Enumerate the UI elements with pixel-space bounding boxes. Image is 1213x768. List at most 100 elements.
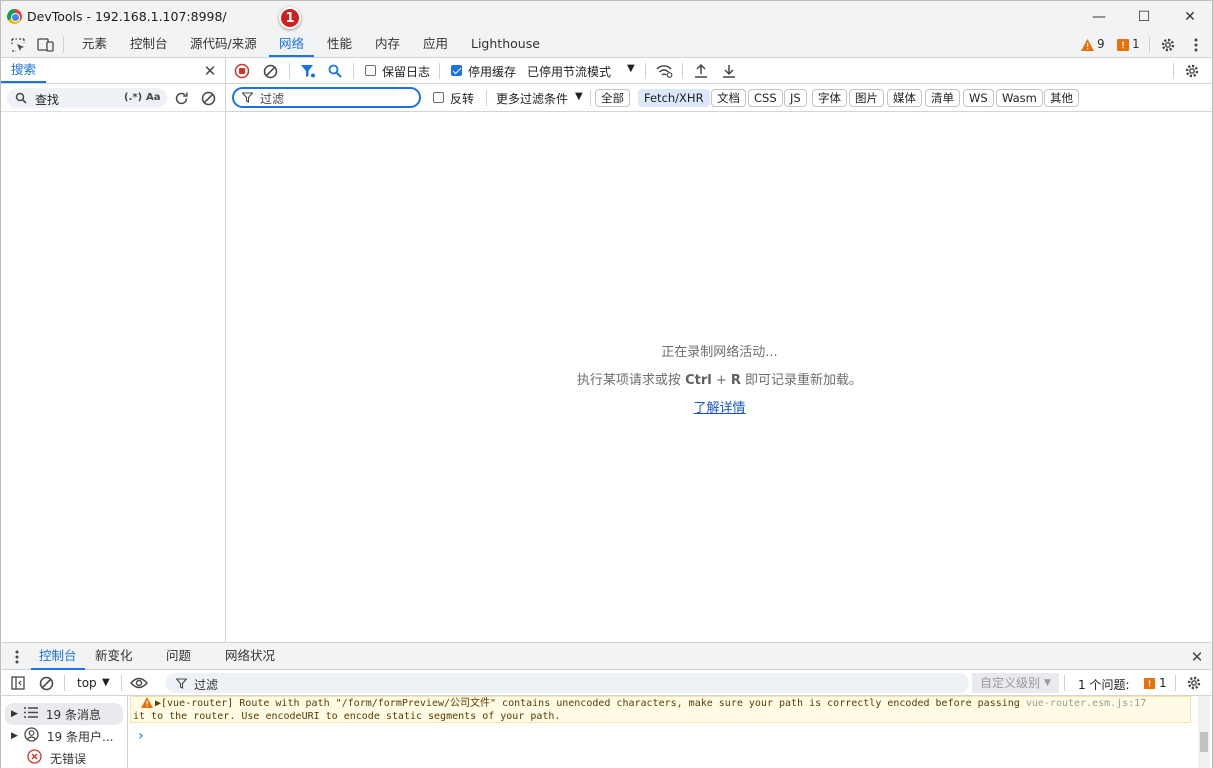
close-sidebar-icon[interactable]: ✕ [201, 62, 219, 80]
warning-count[interactable]: 9 [1097, 37, 1105, 51]
maximize-button[interactable]: ☐ [1121, 1, 1167, 33]
filter-toggle-icon[interactable] [299, 62, 317, 80]
tab-memory[interactable]: 内存 [365, 32, 410, 57]
issues-flag-icon[interactable] [1143, 677, 1155, 689]
chip-font[interactable]: 字体 [812, 89, 847, 107]
import-har-icon[interactable] [692, 62, 710, 80]
disable-cache-checkbox[interactable] [451, 65, 462, 76]
minimize-button[interactable]: — [1076, 1, 1122, 33]
more-filters-dropdown[interactable]: 更多过滤条件 [496, 90, 568, 107]
disable-cache-label: 停用缓存 [468, 65, 517, 79]
console-scroll-thumb[interactable] [1200, 732, 1208, 752]
expand-arrow-icon[interactable]: ▶ [11, 709, 18, 719]
tab-performance[interactable]: 性能 [317, 32, 362, 57]
context-select[interactable]: top [77, 676, 97, 690]
search-icon[interactable] [326, 62, 344, 80]
warning-triangle-icon [141, 697, 153, 712]
chip-all[interactable]: 全部 [595, 89, 630, 107]
close-drawer-icon[interactable]: ✕ [1188, 648, 1206, 666]
clear-search-icon[interactable] [199, 89, 217, 107]
chip-media[interactable]: 媒体 [887, 89, 922, 107]
filter-input[interactable]: 过滤 [232, 87, 421, 108]
throttling-select[interactable]: 已停用节流模式 [527, 63, 611, 80]
context-dropdown-icon[interactable]: ▼ [102, 677, 110, 688]
live-expression-eye-icon[interactable] [129, 674, 149, 692]
tab-search[interactable]: 搜索 [1, 58, 47, 83]
info-count[interactable]: 1 [1132, 37, 1140, 51]
hint-text-pre: 执行某项请求或按 [576, 373, 681, 388]
regex-toggle[interactable]: (.*) [124, 92, 142, 103]
match-case-toggle[interactable]: Aa [146, 92, 161, 103]
chip-css[interactable]: CSS [748, 89, 783, 107]
refresh-icon[interactable] [172, 89, 190, 107]
chip-js[interactable]: JS [784, 89, 807, 107]
console-funnel-icon [175, 677, 187, 689]
expand-arrow-icon[interactable]: ▶ [11, 731, 18, 741]
issues-summary-label[interactable]: 1 个问题: [1078, 676, 1130, 693]
issue-flag-icon[interactable] [1116, 38, 1130, 51]
console-scrollbar[interactable] [1198, 696, 1210, 768]
window-title: DevTools - 192.168.1.107:8998/ [27, 9, 227, 24]
tab-sources[interactable]: 源代码/来源 [180, 32, 267, 57]
learn-more-link[interactable]: 了解详情 [693, 401, 745, 416]
chip-fetch-xhr[interactable]: Fetch/XHR [638, 89, 710, 107]
network-conditions-icon[interactable] [654, 62, 674, 80]
drawer-tab-console[interactable]: 控制台 [31, 643, 85, 670]
drawer-tab-network-conditions[interactable]: 网络状况 [217, 643, 283, 670]
chip-ws[interactable]: WS [963, 89, 994, 107]
divider [1173, 63, 1174, 79]
divider [1175, 675, 1176, 691]
clear-console-icon[interactable] [37, 674, 55, 692]
console-filter-input[interactable]: 过滤 [165, 673, 969, 693]
divider [439, 63, 440, 79]
network-settings-icon[interactable] [1183, 62, 1201, 80]
error-icon [27, 749, 42, 767]
log-levels-arrow-icon: ▼ [1044, 678, 1051, 688]
tab-network[interactable]: 网络 [269, 32, 315, 57]
tab-lighthouse[interactable]: Lighthouse [461, 32, 550, 57]
chip-other[interactable]: 其他 [1044, 89, 1079, 107]
console-settings-icon[interactable] [1185, 674, 1203, 692]
hint-key-ctrl: Ctrl [685, 373, 712, 388]
sidebar-item-user-messages[interactable]: ▶ 19 条用户... [5, 725, 123, 747]
chip-wasm[interactable]: Wasm [996, 89, 1043, 107]
drawer-menu-icon[interactable] [11, 648, 23, 666]
inspect-element-icon[interactable] [9, 36, 27, 54]
warning-source-link[interactable]: vue-router.esm.js:17 [1026, 698, 1146, 709]
issues-summary-count[interactable]: 1 [1159, 676, 1167, 690]
warning-icon[interactable] [1080, 38, 1094, 51]
throttling-dropdown-icon[interactable]: ▼ [627, 63, 635, 74]
console-prompt[interactable]: › [138, 728, 144, 744]
recording-status: 正在录制网络活动... [661, 345, 778, 360]
chip-manifest[interactable]: 清单 [925, 89, 960, 107]
chip-img[interactable]: 图片 [849, 89, 884, 107]
log-levels-select[interactable]: 自定义级别 ▼ [972, 673, 1059, 693]
sidebar-item-errors[interactable]: 无错误 [5, 747, 123, 768]
search-field[interactable]: 查找 (.*) Aa [7, 88, 167, 108]
more-options-icon[interactable] [1189, 36, 1203, 54]
drawer-tab-issues[interactable]: 问题 [158, 643, 199, 670]
warning-message[interactable]: ▶[vue-router] Route with path "/form/for… [130, 696, 1191, 723]
export-har-icon[interactable] [720, 62, 738, 80]
more-filters-arrow-icon[interactable]: ▼ [575, 91, 583, 102]
sidebar-search-row: 查找 (.*) Aa [1, 84, 226, 112]
device-toolbar-icon[interactable] [37, 36, 55, 54]
tab-console[interactable]: 控制台 [120, 32, 178, 57]
toggle-sidebar-icon[interactable] [9, 674, 27, 692]
network-request-list: 正在录制网络活动... 执行某项请求或按 Ctrl + R 即可记录重新加载。 … [226, 112, 1213, 642]
close-window-button[interactable]: ✕ [1167, 1, 1213, 33]
divider [645, 63, 646, 79]
divider [590, 90, 591, 106]
invert-checkbox[interactable] [433, 92, 444, 103]
preserve-log-checkbox[interactable] [365, 65, 376, 76]
divider [1149, 37, 1150, 53]
stop-recording-icon[interactable] [233, 62, 251, 80]
tab-elements[interactable]: 元素 [72, 32, 117, 57]
tab-application[interactable]: 应用 [413, 32, 458, 57]
chip-doc[interactable]: 文档 [711, 89, 746, 107]
clear-log-icon[interactable] [261, 62, 279, 80]
divider [682, 63, 683, 79]
sidebar-item-messages[interactable]: ▶ 19 条消息 [5, 703, 123, 725]
drawer-tab-whats-new[interactable]: 新变化 [87, 643, 141, 670]
settings-gear-icon[interactable] [1159, 36, 1177, 54]
